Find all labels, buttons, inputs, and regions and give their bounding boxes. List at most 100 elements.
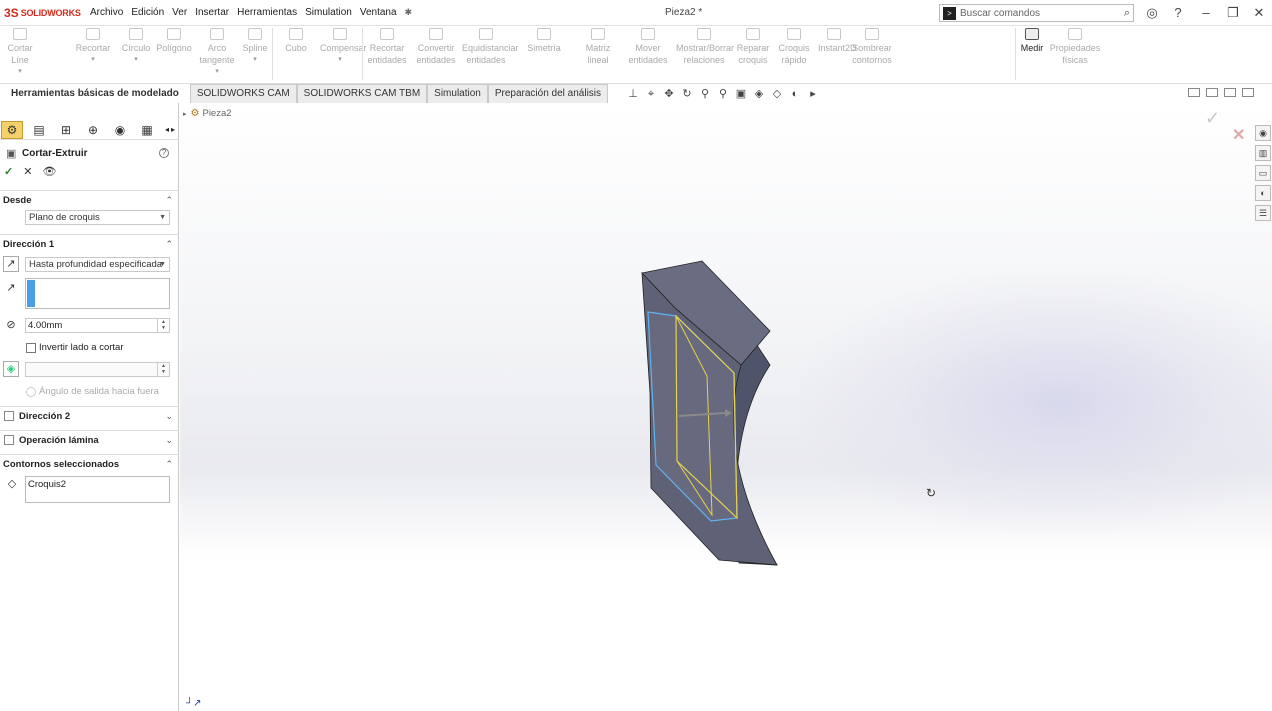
section-direccion-1[interactable]: Dirección 1 ⌃ [0,234,179,253]
tile-view-icon[interactable] [1206,88,1218,97]
ribbon-simetria[interactable]: Simetría [516,28,572,54]
menu-herramientas[interactable]: Herramientas [233,7,301,18]
menu-archivo[interactable]: Archivo [86,7,127,18]
tab-solidworks-cam-tbm[interactable]: SOLIDWORKS CAM TBM [296,84,428,103]
appearance-icon[interactable]: ◐ [788,86,802,102]
zoom-fit-icon[interactable]: ⌖ [644,86,658,102]
ribbon-relaciones[interactable]: Mostrar/Borrar relaciones [676,28,734,66]
display-manager-icon[interactable]: ◉ [109,121,131,139]
minimize-icon[interactable]: – [1198,5,1214,21]
tabs-scroll-right-icon[interactable]: ▸ [171,125,175,134]
collapse-icon[interactable]: ⌃ [165,239,173,250]
user-icon[interactable]: ◎ [1144,5,1160,21]
section-view-icon[interactable]: ▣ [734,86,748,102]
tab-preparacion-analisis[interactable]: Preparación del análisis [487,84,609,103]
ribbon-mover-entidades[interactable]: Mover entidades [624,28,672,66]
ribbon-croquis-rapido[interactable]: Croquis rápido [772,28,816,66]
help-icon[interactable]: ? [1170,5,1186,21]
flip-side-checkbox[interactable]: Invertir lado a cortar [26,342,123,353]
reverse-direction-icon[interactable]: ↗ [3,256,19,272]
help-icon[interactable]: ? [159,148,169,158]
draft-icon[interactable]: ◈ [3,361,19,377]
view-settings-icon[interactable]: ▸ [806,86,820,102]
restore-icon[interactable]: ❐ [1225,5,1241,21]
section-operacion-lamina[interactable]: Operación lámina ⌄ [0,430,179,449]
part-model[interactable] [180,103,1272,711]
draft-spinner[interactable]: ▲ ▼ [157,363,169,376]
menu-ver[interactable]: Ver [168,7,191,18]
contours-selection-box[interactable]: Croquis2 [25,476,170,503]
ribbon-cubo[interactable]: Cubo [276,28,316,54]
convert-icon [429,28,443,40]
preview-eye-icon[interactable]: 👁 [42,165,56,178]
contour-item[interactable]: Croquis2 [28,479,66,490]
feature-manager-icon[interactable]: ⚙ [1,120,23,139]
rotate-icon[interactable]: ↻ [680,86,694,102]
configuration-manager-icon[interactable]: ⊞ [55,121,77,139]
ribbon-cortar-line[interactable]: Cortar Líne ▾ [2,28,38,78]
ribbon-propiedades-fisicas[interactable]: Propiedades físicas [1048,28,1102,66]
desde-select[interactable]: Plano de croquis ▼ [25,210,170,225]
ribbon-convertir-entidades[interactable]: Convertir entidades [413,28,459,66]
ribbon-reparar-croquis[interactable]: Reparar croquis [736,28,770,66]
end-condition-select[interactable]: Hasta profundidad especificada ▼ [25,257,170,272]
property-manager-icon[interactable]: ▤ [28,121,50,139]
normal-to-icon[interactable]: ⊥ [626,86,640,102]
collapse-icon[interactable]: ⌃ [165,195,173,206]
ok-icon[interactable]: ✓ [4,165,13,178]
ribbon-poligono[interactable]: Polígono [154,28,194,54]
tabs-scroll-left-icon[interactable]: ◂ [165,125,169,134]
display-style-icon[interactable]: ◈ [752,86,766,102]
pan-icon[interactable]: ✥ [662,86,676,102]
search-input[interactable]: Buscar comandos [960,8,1124,19]
direction-selection-box[interactable] [25,278,170,309]
menu-ventana[interactable]: Ventana [356,7,401,18]
maximize-view-icon[interactable] [1242,88,1254,97]
zoom-icon[interactable]: ⚲ [698,86,712,102]
search-icon[interactable]: ⌕ [1124,7,1130,20]
section-direccion-2[interactable]: Dirección 2 ⌄ [0,406,179,425]
ribbon-sombrear[interactable]: Sombrear contornos [852,28,892,66]
ribbon-arco[interactable]: Arco tangente ▾ [197,28,237,78]
expand-icon[interactable]: ⌄ [165,435,173,446]
ribbon-spline[interactable]: Spline ▾ [240,28,270,66]
menu-edicion[interactable]: Edición [127,7,168,18]
direccion-2-checkbox[interactable] [4,411,14,421]
cam-manager-icon[interactable]: ▦ [136,121,158,139]
linear-pattern-icon [591,28,605,40]
ribbon-medir[interactable]: Medir [1018,28,1046,54]
ribbon-instant2d[interactable]: Instant2D [818,28,857,54]
close-icon[interactable]: ✕ [1251,5,1267,21]
graphics-area[interactable]: ▸ ⚙ Pieza2 ✓ ✕ ◉ ▥ ▭ ◐ ☰ ↻ ┘↗ [180,103,1272,711]
split-view-icon[interactable] [1188,88,1200,97]
dimxpert-icon[interactable]: ⊕ [82,121,104,139]
thin-feature-checkbox[interactable] [4,435,14,445]
restore-view-icon[interactable] [1224,88,1236,97]
cancel-icon[interactable]: ✕ [23,165,32,178]
expand-icon[interactable]: ⌄ [165,411,173,422]
menu-insertar[interactable]: Insertar [191,7,233,18]
ribbon-equidistanciar[interactable]: Equidistanciar entidades [462,28,519,66]
ribbon-recortar[interactable]: Recortar ▾ [70,28,116,66]
pin-menu-icon[interactable]: ✱ [405,7,413,18]
checkbox-box[interactable] [26,342,36,353]
collapse-icon[interactable]: ⌃ [165,459,173,470]
ribbon-compensar[interactable]: Compensar ▾ [320,28,367,66]
section-contornos[interactable]: Contornos seleccionados ⌃ [0,454,179,473]
tab-simulation[interactable]: Simulation [427,84,488,103]
section-desde[interactable]: Desde ⌃ [0,190,179,209]
zoom-area-icon[interactable]: ⚲ [716,86,730,102]
tab-herramientas-basicas[interactable]: Herramientas básicas de modelado [0,84,190,103]
search-commands-box[interactable]: > Buscar comandos ⌕ [939,4,1134,22]
ribbon-recortar-entidades[interactable]: Recortar entidades [364,28,410,66]
solidworks-logo[interactable]: 3S SOLIDWORKS [0,6,86,20]
tab-solidworks-cam[interactable]: SOLIDWORKS CAM [189,84,297,103]
hide-show-icon[interactable]: ◇ [770,86,784,102]
depth-spinner[interactable]: ▲ ▼ [157,319,169,332]
depth-input[interactable]: 4.00mm ▲ ▼ [25,318,170,333]
menu-simulation[interactable]: Simulation [301,7,356,18]
ribbon-circulo[interactable]: Círculo ▾ [120,28,152,66]
draft-angle-input[interactable]: ▲ ▼ [25,362,170,377]
logo-word: SOLIDWORKS [20,7,81,18]
ribbon-matriz-lineal[interactable]: Matriz lineal [576,28,620,66]
